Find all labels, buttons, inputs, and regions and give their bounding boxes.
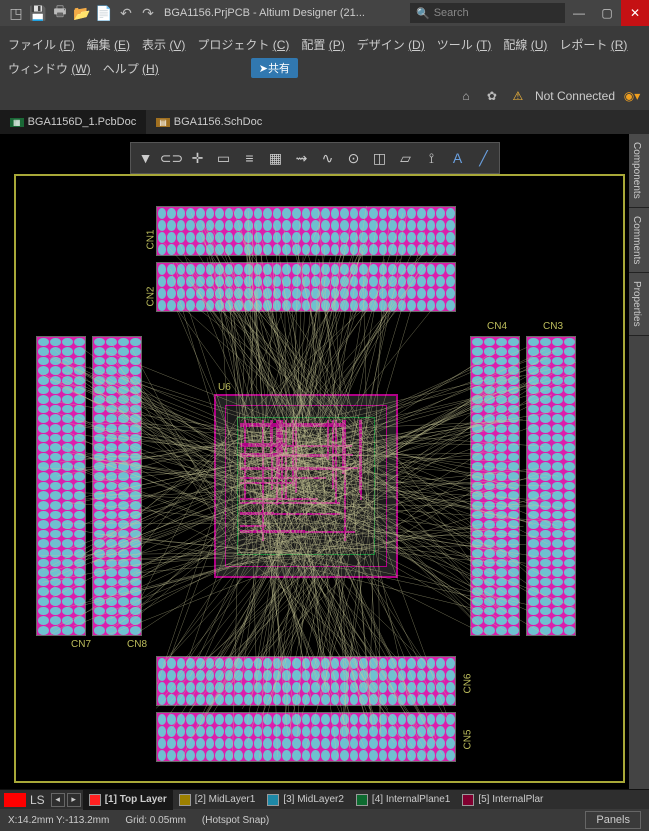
select-icon[interactable]: ▭: [211, 145, 237, 171]
menu-item[interactable]: ツール (T): [437, 36, 492, 53]
redo-icon[interactable]: ↷: [138, 3, 158, 23]
menu-help[interactable]: ヘルプ (H): [103, 60, 159, 77]
layer-tab[interactable]: [5] InternalPlar: [456, 790, 549, 810]
status-coord: X:14.2mm Y:-113.2mm: [8, 815, 109, 826]
menu-item[interactable]: 編集 (E): [87, 36, 130, 53]
layer-bar: LS ◂ ▸ [1] Top Layer[2] MidLayer1[3] Mid…: [0, 789, 649, 809]
side-tab-properties[interactable]: Properties: [629, 273, 649, 336]
layer-next-button[interactable]: ▸: [67, 793, 81, 807]
label-cn7: CN7: [71, 639, 91, 650]
app-icon: ◳: [6, 3, 26, 23]
pcb-canvas[interactable]: U6 CN1 CN2 CN7 CN8 CN4 CN3 CN6 CN5: [14, 174, 625, 783]
undo-icon[interactable]: ↶: [116, 3, 136, 23]
layer-tab[interactable]: [2] MidLayer1: [173, 790, 262, 810]
menu-item[interactable]: レポート (R): [559, 36, 627, 53]
menu-item[interactable]: ファイル (F): [8, 36, 75, 53]
menu-item[interactable]: 表示 (V): [142, 36, 185, 53]
status-bar: X:14.2mm Y:-113.2mm Grid: 0.05mm (Hotspo…: [0, 809, 649, 831]
open-icon[interactable]: 📂: [72, 3, 92, 23]
pcb-editor[interactable]: ▼ ⊂⊃ ✛ ▭ ≡ ▦ ⇝ ∿ ⊙ ◫ ▱ ⟟ A ╱ U6 CN1: [0, 134, 629, 789]
side-tab-components[interactable]: Components: [629, 134, 649, 208]
label-cn1: CN1: [146, 229, 157, 249]
dim-icon[interactable]: ⟟: [419, 145, 445, 171]
user-icon[interactable]: ◉▾: [623, 89, 641, 103]
layer-tab[interactable]: [3] MidLayer2: [261, 790, 350, 810]
gear-icon[interactable]: ✿: [483, 89, 501, 103]
filter-icon[interactable]: ▼: [133, 145, 159, 171]
menu-window[interactable]: ウィンドウ (W): [8, 60, 91, 77]
save-icon[interactable]: 💾: [28, 3, 48, 23]
status-snap: (Hotspot Snap): [202, 815, 269, 826]
menu-item[interactable]: 配置 (P): [301, 36, 344, 53]
home-icon[interactable]: ⌂: [457, 89, 475, 103]
align-icon[interactable]: ≡: [237, 145, 263, 171]
close-button[interactable]: ✕: [621, 0, 649, 26]
minimize-button[interactable]: —: [565, 0, 593, 26]
search-input[interactable]: 🔍 Search: [410, 3, 565, 23]
layer-prev-button[interactable]: ◂: [51, 793, 65, 807]
label-u6: U6: [218, 382, 231, 393]
pad-icon[interactable]: ▦: [263, 145, 289, 171]
menu-item[interactable]: 配線 (U): [503, 36, 547, 53]
route-icon[interactable]: ⇝: [289, 145, 315, 171]
label-ls: LS: [30, 793, 45, 807]
diff-icon[interactable]: ∿: [315, 145, 341, 171]
search-placeholder: Search: [434, 7, 469, 19]
print-icon[interactable]: 🖶: [50, 3, 70, 23]
via-icon[interactable]: ⊙: [341, 145, 367, 171]
text-icon[interactable]: A: [445, 145, 471, 171]
window-title: BGA1156.PrjPCB - Altium Designer (21...: [164, 7, 410, 19]
bga-u6: U6: [216, 396, 396, 576]
measure-icon[interactable]: ▱: [393, 145, 419, 171]
label-cn2: CN2: [146, 286, 157, 306]
menu-item[interactable]: デザイン (D): [357, 36, 425, 53]
maximize-button[interactable]: ▢: [593, 0, 621, 26]
label-cn8: CN8: [127, 639, 147, 650]
editor-toolbar: ▼ ⊂⊃ ✛ ▭ ≡ ▦ ⇝ ∿ ⊙ ◫ ▱ ⟟ A ╱: [130, 142, 500, 174]
label-cn5: CN5: [463, 729, 474, 749]
line-icon[interactable]: ╱: [471, 145, 497, 171]
share-button[interactable]: ➤ 共有: [251, 58, 298, 78]
crosshair-icon[interactable]: ✛: [185, 145, 211, 171]
document-tab[interactable]: ▤BGA1156.SchDoc: [146, 110, 272, 134]
layer-color-swatch: [4, 793, 26, 807]
fill-icon[interactable]: ◫: [367, 145, 393, 171]
open2-icon[interactable]: 📄: [94, 3, 114, 23]
magnet-icon[interactable]: ⊂⊃: [159, 145, 185, 171]
panels-button[interactable]: Panels: [585, 811, 641, 829]
warning-icon[interactable]: ⚠: [509, 89, 527, 103]
status-grid: Grid: 0.05mm: [125, 815, 186, 826]
side-tab-comments[interactable]: Comments: [629, 208, 649, 273]
document-tab[interactable]: ▦BGA1156D_1.PcbDoc: [0, 110, 146, 134]
layer-tab[interactable]: [1] Top Layer: [83, 790, 173, 810]
layer-tab[interactable]: [4] InternalPlane1: [350, 790, 456, 810]
menu-item[interactable]: プロジェクト (C): [197, 36, 289, 53]
label-cn3: CN3: [543, 321, 563, 332]
label-cn6: CN6: [463, 673, 474, 693]
connect-status: Not Connected: [535, 89, 615, 103]
label-cn4: CN4: [487, 321, 507, 332]
